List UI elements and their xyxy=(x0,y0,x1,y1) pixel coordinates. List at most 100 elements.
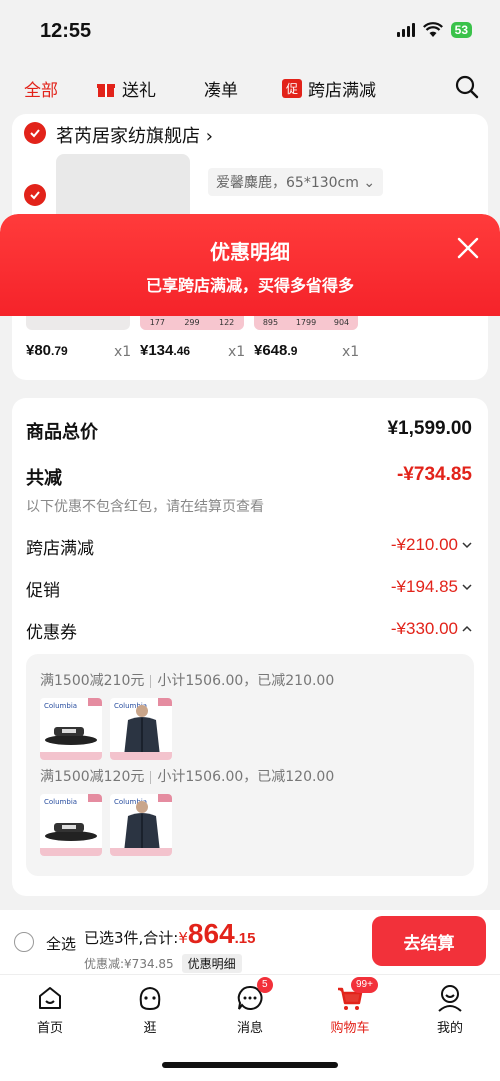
coupon-label: 优惠券 xyxy=(26,623,77,643)
total-reduce-value: -¥734.85 xyxy=(396,464,472,485)
item-price: ¥80.79 xyxy=(26,342,68,359)
sku-text: 爱馨麋鹿，65*130cm xyxy=(216,175,359,191)
coupon-value: -¥330.00 xyxy=(390,619,458,638)
tab-cross-store[interactable]: 促 跨店满减 xyxy=(282,76,376,101)
price-dec: .9 xyxy=(287,344,298,358)
tab-bundle[interactable]: 凑单 xyxy=(204,76,238,101)
status-time: 12:55 xyxy=(40,20,92,42)
cellular-signal-icon xyxy=(396,23,415,37)
cart-badge: 99+ xyxy=(351,977,378,993)
check-icon xyxy=(30,129,40,138)
tab-all[interactable]: 全部 xyxy=(24,76,58,101)
wifi-icon xyxy=(422,22,443,37)
selected-items-card: 177 299 122 895 1799 904 ¥80.79 x1 ¥134.46 x… xyxy=(12,306,488,380)
total-amount: 864 xyxy=(187,918,235,949)
select-all-radio[interactable] xyxy=(14,932,34,952)
explore-icon xyxy=(139,986,161,1011)
tab-profile-label: 我的 xyxy=(436,1021,463,1036)
promotion-value: -¥194.85 xyxy=(390,577,458,596)
selected-count: 已选3件,合计: xyxy=(84,929,179,947)
total-price-value: ¥1,599.00 xyxy=(387,418,472,439)
cart-filter-tabs: 全部 送礼 凑单 促 跨店满减 xyxy=(0,70,500,104)
promo-tag: 促 xyxy=(282,79,303,98)
coupon-rule: 满1500减120元 xyxy=(40,769,145,785)
cross-store-toggle[interactable]: -¥210.00 xyxy=(391,535,472,555)
jacket-image xyxy=(124,705,160,756)
jacket-image xyxy=(124,801,160,852)
price-int: ¥134 xyxy=(140,342,174,359)
status-bar: 12:55 53 xyxy=(0,0,500,62)
slipper-image xyxy=(45,727,97,745)
checkout-button[interactable]: 去结算 xyxy=(372,916,486,966)
chevron-down-icon xyxy=(462,542,472,549)
sku-selector[interactable]: 爱馨麋鹿，65*130cm ⌄ xyxy=(208,168,384,196)
home-indicator xyxy=(162,1062,338,1068)
select-all-label[interactable]: 全选 xyxy=(46,933,76,954)
home-icon xyxy=(39,987,61,1009)
saved-line: 优惠减:¥734.85 优惠明细 xyxy=(84,954,242,973)
message-badge: 5 xyxy=(257,977,273,993)
slipper-image xyxy=(45,823,97,841)
gift-icon xyxy=(97,83,115,97)
currency-symbol: ¥ xyxy=(178,929,188,947)
close-icon[interactable] xyxy=(456,236,480,260)
price-dec: .46 xyxy=(173,344,191,358)
saved-amount: 优惠减:¥734.85 xyxy=(84,957,174,971)
coupon-detail: 小计1506.00，已减120.00 xyxy=(157,769,335,785)
tab-explore-label: 逛 xyxy=(143,1021,157,1036)
tab-profile[interactable]: 我的 xyxy=(415,983,485,1036)
coupon-detail-panel: 满1500减210元 小计1506.00，已减210.00 Columbia Co… xyxy=(26,654,474,876)
coupon-toggle[interactable]: -¥330.00 xyxy=(391,619,472,639)
tab-cart-label: 购物车 xyxy=(330,1021,370,1036)
brand-logo: Columbia xyxy=(44,798,78,806)
total-amount-decimal: .15 xyxy=(234,930,256,947)
tab-home[interactable]: 首页 xyxy=(15,983,85,1036)
coupon-detail: 小计1506.00，已减210.00 xyxy=(157,673,335,689)
price-dec: .79 xyxy=(51,344,68,358)
product-thumbnail: Columbia xyxy=(110,794,172,856)
discount-detail-button[interactable]: 优惠明细 xyxy=(181,954,242,973)
chevron-up-icon xyxy=(462,625,472,632)
coupon-rule-line: 满1500减120元 小计1506.00，已减120.00 xyxy=(40,766,334,786)
cross-store-value: -¥210.00 xyxy=(390,535,458,554)
coupon-rule: 满1500减210元 xyxy=(40,673,145,689)
shop-checkbox[interactable] xyxy=(24,122,46,144)
sheet-subtitle: 已享跨店满减，买得多省得多 xyxy=(145,276,354,295)
total-price-label: 商品总价 xyxy=(26,422,98,443)
item-qty: x1 xyxy=(228,344,246,360)
tab-cart[interactable]: 购物车 99+ xyxy=(315,977,385,1036)
coupon-rule-line: 满1500减210元 小计1506.00，已减210.00 xyxy=(40,670,334,690)
status-icons: 53 xyxy=(396,22,472,38)
item-checkbox[interactable] xyxy=(24,184,46,206)
total-reduce-label: 共减 xyxy=(26,468,62,489)
battery-indicator: 53 xyxy=(450,22,472,38)
tab-messages[interactable]: 消息 5 xyxy=(215,977,285,1036)
tab-gift-label: 送礼 xyxy=(122,81,156,101)
product-thumbnail: Columbia xyxy=(110,698,172,760)
promotion-label: 促销 xyxy=(26,581,60,601)
sheet-header: 优惠明细 已享跨店满减，买得多省得多 xyxy=(0,214,500,316)
tab-gift[interactable]: 送礼 xyxy=(96,76,156,101)
product-thumbnail: Columbia xyxy=(40,698,102,760)
promotion-toggle[interactable]: -¥194.85 xyxy=(391,577,472,597)
shop-name[interactable]: 茗芮居家纺旗舰店 › xyxy=(56,122,213,148)
search-icon[interactable] xyxy=(454,74,480,100)
item-qty: x1 xyxy=(114,344,132,360)
chevron-down-icon xyxy=(462,584,472,591)
price-int: ¥80 xyxy=(26,342,52,359)
tab-messages-label: 消息 xyxy=(236,1021,263,1036)
check-icon xyxy=(30,191,40,200)
sheet-title: 优惠明细 xyxy=(210,240,290,264)
total-line: 已选3件,合计: ¥ 864 .15 xyxy=(84,918,256,950)
discount-breakdown-card: 商品总价 ¥1,599.00 共减 -¥734.85 以下优惠不包含红包，请在结… xyxy=(12,398,488,896)
checkout-bar: 全选 已选3件,合计: ¥ 864 .15 优惠减:¥734.85 优惠明细 去… xyxy=(0,910,500,974)
shop-name-text: 茗芮居家纺旗舰店 xyxy=(56,126,200,147)
item-price: ¥648.9 xyxy=(254,342,297,359)
tab-explore[interactable]: 逛 xyxy=(115,983,185,1036)
discount-note: 以下优惠不包含红包，请在结算页查看 xyxy=(26,499,264,515)
brand-logo: Columbia xyxy=(44,702,78,710)
item-qty: x1 xyxy=(342,344,360,360)
product-thumbnail: Columbia xyxy=(40,794,102,856)
item-price: ¥134.46 xyxy=(140,342,190,359)
tab-cross-store-label: 跨店满减 xyxy=(308,81,377,101)
